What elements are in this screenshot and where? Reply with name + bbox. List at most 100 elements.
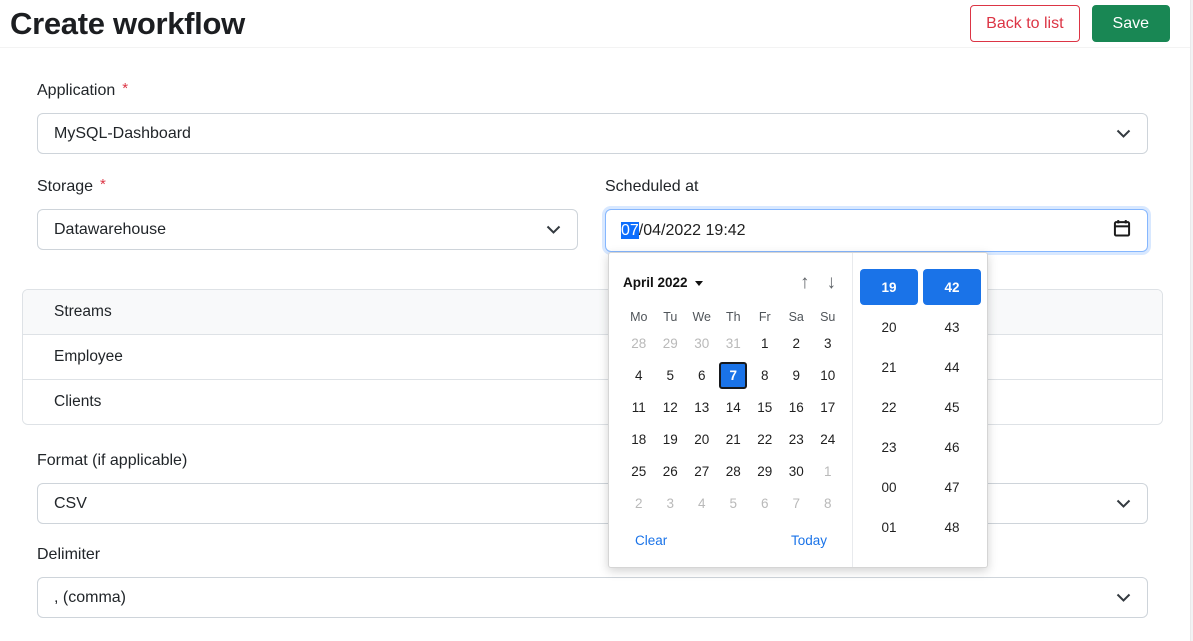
day-cell[interactable]: 12 xyxy=(655,391,687,423)
day-cell[interactable]: 18 xyxy=(623,423,655,455)
day-cell[interactable]: 19 xyxy=(655,423,687,455)
day-cell[interactable]: 28 xyxy=(718,455,750,487)
calendar-header: April 2022 ↑ ↓ xyxy=(623,271,852,293)
hour-cell[interactable]: 22 xyxy=(860,389,918,425)
day-cell[interactable]: 20 xyxy=(686,423,718,455)
scheduled-at-input[interactable]: 07/04/2022 19:42 xyxy=(605,209,1148,252)
delimiter-select[interactable]: , (comma) xyxy=(37,577,1148,618)
day-cell[interactable]: 30 xyxy=(781,455,813,487)
day-cell[interactable]: 11 xyxy=(623,391,655,423)
day-cell[interactable]: 3 xyxy=(812,327,844,359)
day-number: 30 xyxy=(688,330,716,357)
day-number: 28 xyxy=(625,330,653,357)
day-cell[interactable]: 1 xyxy=(749,327,781,359)
day-number: 17 xyxy=(814,394,842,421)
calendar-footer: Clear Today xyxy=(635,533,827,548)
day-cell[interactable]: 10 xyxy=(812,359,844,391)
minute-cell[interactable]: 43 xyxy=(923,309,981,345)
stream-row[interactable]: Clients xyxy=(23,380,1162,424)
day-cell[interactable]: 13 xyxy=(686,391,718,423)
minute-cell[interactable]: 48 xyxy=(923,509,981,545)
storage-select-value: Datawarehouse xyxy=(54,221,166,239)
day-number: 21 xyxy=(719,426,747,453)
day-number: 1 xyxy=(751,330,779,357)
delimiter-select-value: , (comma) xyxy=(54,589,126,607)
day-cell[interactable]: 7 xyxy=(718,359,750,391)
day-number: 8 xyxy=(751,362,779,389)
next-month-button[interactable]: ↓ xyxy=(827,273,837,292)
day-cell[interactable]: 30 xyxy=(686,327,718,359)
hour-cell[interactable]: 01 xyxy=(860,509,918,545)
day-number: 19 xyxy=(656,426,684,453)
streams-rows: EmployeeClients xyxy=(23,335,1162,424)
day-cell[interactable]: 29 xyxy=(749,455,781,487)
weekday-label: Fr xyxy=(749,307,781,327)
day-cell[interactable]: 23 xyxy=(781,423,813,455)
day-cell[interactable]: 16 xyxy=(781,391,813,423)
day-cell[interactable]: 31 xyxy=(718,327,750,359)
day-cell[interactable]: 9 xyxy=(781,359,813,391)
day-cell[interactable]: 21 xyxy=(718,423,750,455)
day-cell[interactable]: 15 xyxy=(749,391,781,423)
hour-cell[interactable]: 23 xyxy=(860,429,918,465)
minute-cell[interactable]: 42 xyxy=(923,269,981,305)
day-cell[interactable]: 22 xyxy=(749,423,781,455)
day-cell[interactable]: 2 xyxy=(781,327,813,359)
day-cell[interactable]: 8 xyxy=(812,487,844,519)
streams-table: Streams EmployeeClients xyxy=(22,289,1163,425)
day-cell[interactable]: 8 xyxy=(749,359,781,391)
day-cell[interactable]: 17 xyxy=(812,391,844,423)
day-cell[interactable]: 1 xyxy=(812,455,844,487)
arrow-up-icon: ↑ xyxy=(800,272,810,293)
day-cell[interactable]: 28 xyxy=(623,327,655,359)
hour-cell[interactable]: 00 xyxy=(860,469,918,505)
calendar-icon[interactable] xyxy=(1112,218,1132,243)
time-pane: 19 20 21 22 23 00 01 42 43 44 45 46 47 48 xyxy=(852,253,987,567)
chevron-down-icon xyxy=(546,225,561,235)
clear-button[interactable]: Clear xyxy=(635,533,667,548)
day-cell[interactable]: 3 xyxy=(655,487,687,519)
minute-cell[interactable]: 45 xyxy=(923,389,981,425)
caret-down-icon xyxy=(695,281,703,286)
hour-cell[interactable]: 20 xyxy=(860,309,918,345)
day-cell[interactable]: 6 xyxy=(686,359,718,391)
day-cell[interactable]: 26 xyxy=(655,455,687,487)
stream-row[interactable]: Employee xyxy=(23,335,1162,380)
day-cell[interactable]: 4 xyxy=(686,487,718,519)
month-selector[interactable]: April 2022 xyxy=(623,275,703,290)
day-cell[interactable]: 5 xyxy=(655,359,687,391)
date-segment-rest: /04/2022 19:42 xyxy=(639,222,746,239)
save-button[interactable]: Save xyxy=(1092,5,1170,42)
day-cell[interactable]: 7 xyxy=(781,487,813,519)
minute-cell[interactable]: 44 xyxy=(923,349,981,385)
storage-select[interactable]: Datawarehouse xyxy=(37,209,578,250)
day-number: 15 xyxy=(751,394,779,421)
day-cell[interactable]: 25 xyxy=(623,455,655,487)
day-number: 6 xyxy=(751,490,779,517)
day-number: 10 xyxy=(814,362,842,389)
application-label: Application* xyxy=(37,82,1148,100)
today-button[interactable]: Today xyxy=(791,533,827,548)
application-select[interactable]: MySQL-Dashboard xyxy=(37,113,1148,154)
minute-cell[interactable]: 47 xyxy=(923,469,981,505)
day-cell[interactable]: 4 xyxy=(623,359,655,391)
prev-month-button[interactable]: ↑ xyxy=(800,273,810,292)
day-cell[interactable]: 6 xyxy=(749,487,781,519)
day-cell[interactable]: 29 xyxy=(655,327,687,359)
hour-cell[interactable]: 19 xyxy=(860,269,918,305)
day-cell[interactable]: 27 xyxy=(686,455,718,487)
format-select-value: CSV xyxy=(54,495,87,513)
day-number: 14 xyxy=(719,394,747,421)
minute-cell[interactable]: 46 xyxy=(923,429,981,465)
day-cell[interactable]: 2 xyxy=(623,487,655,519)
day-cell[interactable]: 14 xyxy=(718,391,750,423)
day-cell[interactable]: 5 xyxy=(718,487,750,519)
page-title: Create workflow xyxy=(10,6,245,42)
streams-header: Streams xyxy=(23,290,1162,335)
day-number: 26 xyxy=(656,458,684,485)
day-number: 27 xyxy=(688,458,716,485)
hour-cell[interactable]: 21 xyxy=(860,349,918,385)
day-cell[interactable]: 24 xyxy=(812,423,844,455)
back-to-list-button[interactable]: Back to list xyxy=(970,5,1079,42)
day-number: 29 xyxy=(656,330,684,357)
